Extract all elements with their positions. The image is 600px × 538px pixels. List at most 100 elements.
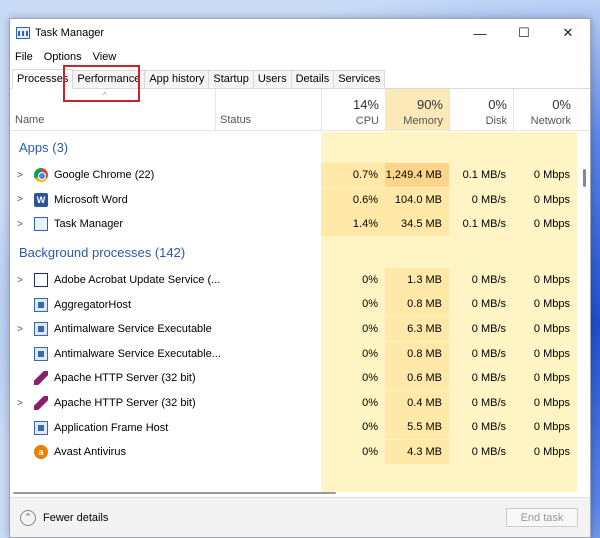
window-controls: — ☐ ✕ (458, 19, 590, 47)
process-disk: 0 MB/s (471, 396, 506, 409)
process-memory: 1.3 MB (385, 267, 449, 292)
process-cpu: 0% (362, 372, 378, 385)
process-row[interactable]: > Apache HTTP Server (32 bit) 0% 0.4 MB 0 MB… (10, 390, 581, 416)
process-disk: 0 MB/s (471, 372, 506, 385)
process-disk: 0 MB/s (471, 298, 506, 311)
process-name: Apache HTTP Server (32 bit) (54, 397, 196, 410)
process-memory: 0.8 MB (385, 292, 449, 317)
process-network: 0 Mbps (533, 421, 570, 434)
process-disk: 0 MB/s (471, 273, 506, 286)
service-icon (34, 420, 48, 435)
chevron-right-icon[interactable]: > (17, 324, 23, 335)
process-cpu: 0% (362, 273, 378, 286)
process-row[interactable]: a Avast Antivirus 0% 4.3 MB 0 MB/s 0 Mbps (10, 439, 581, 465)
process-row[interactable]: Apache HTTP Server (32 bit) 0% 0.6 MB 0 MB/… (10, 366, 581, 391)
process-memory: 4.3 MB (385, 439, 449, 464)
process-disk: 0 MB/s (471, 347, 506, 360)
tab-app-history[interactable]: App history (144, 70, 210, 88)
process-row[interactable]: > Adobe Acrobat Update Service (... 0% 1.3 … (10, 267, 581, 293)
process-network: 0 Mbps (533, 396, 570, 409)
window-icon (34, 273, 48, 288)
process-name: Microsoft Word (54, 193, 128, 206)
process-cpu: 1.4% (321, 212, 385, 237)
column-memory[interactable]: 90% Memory (385, 89, 449, 131)
tab-details[interactable]: Details (290, 70, 335, 88)
process-name: Application Frame Host (54, 421, 169, 434)
process-disk: 0.1 MB/s (462, 218, 506, 231)
title-bar[interactable]: Task Manager — ☐ ✕ (10, 19, 590, 47)
chevron-right-icon[interactable]: > (17, 219, 23, 230)
maximize-button[interactable]: ☐ (502, 19, 546, 47)
process-row[interactable]: > Google Chrome (22) 0.7% 1,249.4 MB 0.1 MB/… (10, 163, 581, 188)
tab-services[interactable]: Services (333, 70, 386, 88)
tab-processes[interactable]: Processes (12, 69, 74, 89)
tab-startup[interactable]: Startup (208, 70, 254, 88)
column-network[interactable]: 0% Network (513, 89, 577, 131)
process-row[interactable]: Application Frame Host 0% 5.5 MB 0 MB/s 0 Mb… (10, 415, 581, 440)
feather-icon (34, 396, 48, 411)
process-name: Antimalware Service Executable... (54, 347, 221, 360)
disk-percent: 0% (488, 97, 507, 112)
process-memory: 6.3 MB (385, 316, 449, 341)
avast-icon: a (34, 445, 48, 460)
process-cpu: 0% (362, 347, 378, 360)
process-memory: 0.4 MB (385, 390, 449, 415)
process-cpu: 0% (362, 396, 378, 409)
process-disk: 0 MB/s (471, 421, 506, 434)
fewer-details-button[interactable]: ⌃ Fewer details (20, 510, 108, 526)
word-icon: W (34, 192, 48, 207)
process-name: Avast Antivirus (54, 446, 126, 459)
column-divider (215, 89, 216, 131)
process-network: 0 Mbps (533, 372, 570, 385)
process-row[interactable]: AggregatorHost 0% 0.8 MB 0 MB/s 0 Mbps (10, 292, 581, 317)
vertical-scrollbar[interactable] (583, 169, 586, 187)
column-status[interactable]: Status (220, 114, 251, 126)
process-row[interactable]: > Antimalware Service Executable 0% 6.3 MB 0… (10, 316, 581, 342)
process-list: Apps (3) > Google Chrome (22) 0.7% 1,249.4 M… (10, 132, 581, 492)
chevron-right-icon[interactable]: > (17, 170, 23, 181)
process-row[interactable]: Antimalware Service Executable... 0% 0.8 M… (10, 341, 581, 367)
process-memory: 1,249.4 MB (385, 163, 449, 187)
column-name[interactable]: Name (15, 114, 44, 126)
end-task-button[interactable]: End task (506, 508, 578, 527)
service-icon (34, 322, 48, 337)
column-cpu[interactable]: 14% CPU (321, 89, 385, 131)
disk-label: Disk (485, 115, 507, 127)
service-icon (34, 297, 48, 312)
group-header: Apps (3) (19, 140, 69, 155)
process-cpu: 0.7% (321, 163, 385, 187)
cpu-label: CPU (355, 115, 379, 127)
column-header: ^ Name Status 14% CPU 90% Memory 0% Disk… (10, 89, 590, 131)
cpu-percent: 14% (352, 97, 379, 112)
menu-view[interactable]: View (93, 51, 117, 63)
process-name: Google Chrome (22) (54, 169, 155, 182)
chevron-right-icon[interactable]: > (17, 194, 23, 205)
chevron-up-icon: ⌃ (20, 510, 36, 526)
chevron-right-icon[interactable]: > (17, 275, 23, 286)
close-button[interactable]: ✕ (546, 19, 590, 47)
menu-options[interactable]: Options (44, 51, 82, 63)
process-memory: 34.5 MB (385, 212, 449, 237)
process-row[interactable]: > W Microsoft Word 0.6% 104.0 MB 0 MB/s 0 Mbps (10, 187, 581, 213)
process-network: 0 Mbps (533, 169, 570, 181)
process-memory: 104.0 MB (385, 187, 449, 212)
menu-file[interactable]: File (15, 51, 33, 63)
chevron-right-icon[interactable]: > (17, 398, 23, 409)
process-network: 0 Mbps (533, 298, 570, 311)
minimize-button[interactable]: — (458, 19, 502, 47)
process-name: Antimalware Service Executable (54, 323, 212, 336)
window-title: Task Manager (35, 27, 105, 39)
process-row[interactable]: > Task Manager 1.4% 34.5 MB 0.1 MB/s 0 Mbps (10, 212, 581, 237)
chrome-icon (34, 168, 48, 183)
process-memory: 0.8 MB (385, 341, 449, 366)
process-disk: 0 MB/s (471, 193, 506, 206)
horizontal-scrollbar[interactable] (10, 489, 590, 497)
task-manager-icon (34, 217, 48, 232)
process-network: 0 Mbps (533, 273, 570, 286)
tab-performance[interactable]: Performance (72, 70, 146, 88)
menu-bar: File Options View (10, 47, 590, 67)
horizontal-scrollbar-thumb[interactable] (13, 492, 336, 494)
column-disk[interactable]: 0% Disk (449, 89, 513, 131)
process-cpu: 0% (362, 322, 378, 335)
tab-users[interactable]: Users (252, 70, 292, 88)
